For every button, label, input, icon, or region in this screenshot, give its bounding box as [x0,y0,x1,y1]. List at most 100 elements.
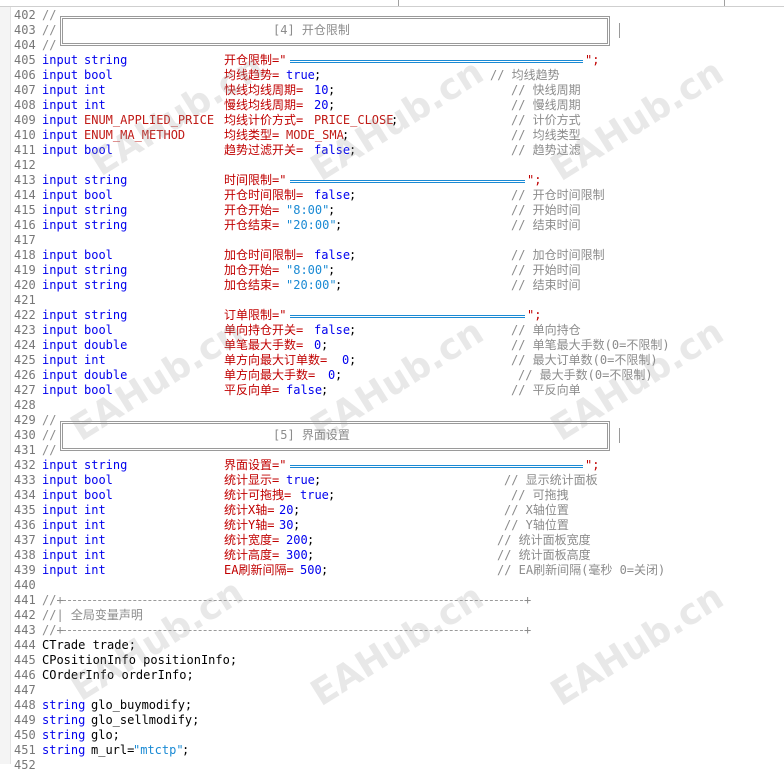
code-line[interactable]: 438 input int 统计高度= 300; // 统计面板高度 [0,548,784,563]
code-line[interactable]: 424 input double 单笔最大手数= 0;// 单笔最大手数(0=不限制) [0,338,784,353]
line-number: 449 [14,713,36,727]
code-line[interactable]: 418 input bool 加仓时间限制= false; // 加仓时间限制 [0,248,784,263]
line-number: 452 [14,758,36,772]
code-line[interactable]: 407 input int 快线均线周期= 10; // 快线周期 [0,83,784,98]
code-line[interactable]: 419 input string 加仓开始= "8:00"; // 开始时间 [0,263,784,278]
line-number: 402 [14,8,36,22]
code-token: 界面设置=" [224,458,287,472]
code-line[interactable]: 449 string glo_sellmodify; [0,713,784,728]
code-token: ; [391,113,399,127]
code-line[interactable]: 442 //| 全局变量声明 [0,608,784,623]
code-line[interactable]: 423 input bool 单向持仓开关= false; // 单向持仓 [0,323,784,338]
code-token: 加仓结束= [224,278,280,292]
code-line[interactable]: 427 input bool 平反向单= false; // 平反向单 [0,383,784,398]
code-token: // EA刷新间隔(毫秒 0=关闭) [497,563,666,577]
tab-strip [0,0,784,7]
code-token: bool [84,248,113,262]
code-line[interactable]: 426 input double 单方向最大手数= 0;// 最大手数(0=不限制) [0,368,784,383]
line-number: 425 [14,353,36,367]
code-token: 开仓结束= [224,218,280,232]
code-token: // 趋势过滤 [511,143,581,157]
code-line[interactable]: 415 input string 开仓开始= "8:00"; // 开始时间 [0,203,784,218]
code-line[interactable]: 411 input bool 趋势过滤开关= false; // 趋势过滤 [0,143,784,158]
code-token: ; [314,68,322,82]
code-line[interactable]: 403//[4] 开仓限制 [0,16,784,46]
code-line[interactable]: 428 [0,398,784,413]
code-line[interactable]: 452 [0,758,784,773]
code-line[interactable]: 450 string glo; [0,728,784,743]
code-line[interactable]: 433 input bool 统计显示= true; // 显示统计面板 [0,473,784,488]
code-line[interactable]: 437 input int 统计宽度= 200; // 统计面板宽度 [0,533,784,548]
code-line[interactable]: 441 //+ + [0,593,784,608]
code-token: // 统计面板高度 [497,548,591,562]
code-token: bool [84,68,113,82]
code-token: ; [321,338,329,352]
code-token: ; [328,98,336,112]
code-line[interactable]: 447 [0,683,784,698]
code-token: input [42,563,79,577]
code-token: false [314,143,351,157]
code-line[interactable]: 422 input string 订单限制=" "; [0,308,784,323]
code-line[interactable]: 444 CTrade trade; [0,638,784,653]
code-line[interactable]: 435 input int 统计X轴= 20; // X轴位置 [0,503,784,518]
code-line[interactable]: 412 [0,158,784,173]
line-number: 415 [14,203,36,217]
code-token: // 单向持仓 [511,323,581,337]
code-line[interactable]: 446 COrderInfo orderInfo; [0,668,784,683]
code-line[interactable]: 445 CPositionInfo positionInfo; [0,653,784,668]
dashed-rule [63,600,523,601]
code-line[interactable]: 406 input bool 均线趋势= true; // 均线趋势 [0,68,784,83]
code-line[interactable]: 416 input string 开仓结束= "20:00"; // 结束时间 [0,218,784,233]
code-line[interactable]: 408 input int 慢线均线周期= 20; // 慢线周期 [0,98,784,113]
code-token: 开仓开始= [224,203,280,217]
code-token: // [42,8,57,22]
code-line[interactable]: 432 input string 界面设置=" "; [0,458,784,473]
code-token: input [42,248,79,262]
code-line[interactable]: 414 input bool 开仓时间限制= false; // 开仓时间限制 [0,188,784,203]
code-line[interactable]: 420 input string 加仓结束= "20:00"; // 结束时间 [0,278,784,293]
line-number: 440 [14,578,36,592]
code-line[interactable]: 434 input bool 统计可拖拽= true; // 可拖拽 [0,488,784,503]
code-token: ENUM_APPLIED_PRICE [84,113,215,127]
code-token: string [84,203,128,217]
code-token: string [84,263,128,277]
code-line[interactable]: 413 input string 时间限制=" "; [0,173,784,188]
code-line[interactable]: 440 [0,578,784,593]
code-line[interactable]: 451 string m_url= "mtctp"; [0,743,784,758]
code-line[interactable]: 431 // [0,443,784,458]
code-line[interactable]: 421 [0,293,784,308]
line-number: 422 [14,308,36,322]
code-line[interactable]: 417 [0,233,784,248]
code-token: // 开始时间 [511,263,581,277]
code-token: bool [84,488,113,502]
line-number: 433 [14,473,36,487]
code-token: "8:00" [286,203,330,217]
code-line[interactable]: 436 input int 统计Y轴= 30; // Y轴位置 [0,518,784,533]
code-token: glo_buymodify; [91,698,193,712]
code-token: // 快线周期 [511,83,581,97]
code-token: int [84,503,106,517]
code-token: 300 [286,548,308,562]
code-line[interactable]: 410 input ENUM_MA_METHOD 均线类型= MODE_SMA; // 均… [0,128,784,143]
code-line[interactable]: 439 input int EA刷新间隔= 500; // EA刷新间隔(毫秒 0=关闭) [0,563,784,578]
line-number: 414 [14,188,36,202]
code-token: 开仓限制=" [224,53,287,67]
code-line[interactable]: 430//[5] 界面设置 [0,421,784,451]
code-line[interactable]: 405 input string 开仓限制=" "; [0,53,784,68]
code-token: input [42,548,79,562]
code-line[interactable]: 443 //+ + [0,623,784,638]
code-token: ; [328,263,336,277]
code-token: input [42,113,79,127]
code-line[interactable]: 409 input ENUM_APPLIED_PRICE 均线计价方式= PRICE_C… [0,113,784,128]
code-line[interactable]: 404 // [0,38,784,53]
code-token: ; [335,368,343,382]
code-line[interactable]: 448 string glo_buymodify; [0,698,784,713]
code-line[interactable]: 425 input int 单方向最大订单数= 0;// 最大订单数(0=不限制) [0,353,784,368]
code-token: 统计可拖拽= [224,488,292,502]
code-token: input [42,53,79,67]
separator-bar [290,315,525,318]
code-token: "mtctp" [133,743,184,757]
line-number: 430 [14,428,36,442]
code-token: bool [84,383,113,397]
code-token: int [84,353,106,367]
